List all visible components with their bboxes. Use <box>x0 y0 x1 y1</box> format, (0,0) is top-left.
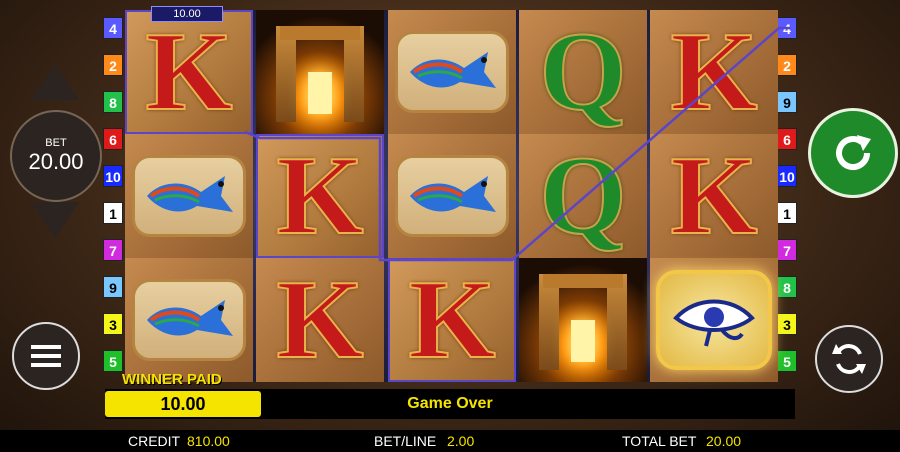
payline-number: 4 <box>103 17 123 39</box>
symbol-k: K <box>650 10 778 134</box>
credit-label: CREDIT <box>128 433 181 449</box>
payline-number: 10 <box>103 165 123 187</box>
betline-value: 2.00 <box>447 433 475 449</box>
payline-number: 2 <box>103 54 123 76</box>
totalbet-value: 20.00 <box>706 433 742 449</box>
symbol-temple <box>519 258 647 382</box>
payline-number: 9 <box>777 91 797 113</box>
bet-display: BET 20.00 <box>10 110 102 202</box>
menu-button[interactable] <box>12 322 80 390</box>
symbol-k: K <box>256 258 384 382</box>
symbol-q: Q <box>519 134 647 258</box>
reel-5: KK <box>650 10 778 382</box>
bet-value: 20.00 <box>28 149 84 174</box>
reel-2: KK <box>256 10 384 382</box>
winner-paid-amount: 10.00 <box>105 391 261 417</box>
payline-number: 9 <box>103 276 123 298</box>
payline-number: 6 <box>103 128 123 150</box>
symbol-temple <box>256 10 384 134</box>
payline-number: 1 <box>777 202 797 224</box>
symbol-bird <box>125 258 253 382</box>
payline-number: 7 <box>777 239 797 261</box>
symbol-k: K <box>650 134 778 258</box>
totalbet-label: TOTAL BET <box>622 433 697 449</box>
bet-increase-button[interactable] <box>31 64 79 100</box>
symbol-bird <box>125 134 253 258</box>
symbol-bird <box>388 134 516 258</box>
reel-3: K <box>388 10 516 382</box>
line-win-amount: 10.00 <box>151 6 223 22</box>
autoplay-icon <box>832 344 866 374</box>
reel-4: QQ <box>519 10 647 382</box>
betline-label: BET/LINE <box>374 433 437 449</box>
payline-number: 5 <box>103 350 123 372</box>
payline-number: 3 <box>777 313 797 335</box>
reel-1: K <box>125 10 253 382</box>
payline-number: 3 <box>103 313 123 335</box>
payline-number: 7 <box>103 239 123 261</box>
symbol-k: K <box>388 258 516 382</box>
bet-label: BET <box>45 137 67 149</box>
payline-number: 8 <box>103 91 123 113</box>
autoplay-button[interactable] <box>815 325 883 393</box>
payline-number: 6 <box>777 128 797 150</box>
arrow-down-icon <box>31 202 79 238</box>
payline-number: 1 <box>103 202 123 224</box>
symbol-k: K <box>256 134 384 258</box>
payline-number: 4 <box>777 17 797 39</box>
payline-number: 2 <box>777 54 797 76</box>
symbol-q: Q <box>519 10 647 134</box>
bet-decrease-button[interactable] <box>31 202 79 238</box>
credit-value: 810.00 <box>187 433 230 449</box>
payline-number: 10 <box>777 165 797 187</box>
spin-arrow-icon <box>836 135 871 170</box>
menu-icon <box>31 345 61 367</box>
symbol-k: K <box>125 10 253 134</box>
footer-bar: CREDIT 810.00 BET/LINE 2.00 TOTAL BET 20… <box>0 430 900 452</box>
winner-paid-label: WINNER PAID <box>122 371 222 388</box>
spin-button[interactable] <box>808 108 898 198</box>
payline-number: 8 <box>777 276 797 298</box>
symbol-eye-of-horus <box>650 258 778 382</box>
arrow-up-icon <box>31 64 79 100</box>
game-status-message: Game Over <box>407 395 493 412</box>
symbol-bird <box>388 10 516 134</box>
reel-area: KKKKQQKK <box>125 10 778 382</box>
payline-number: 5 <box>777 350 797 372</box>
